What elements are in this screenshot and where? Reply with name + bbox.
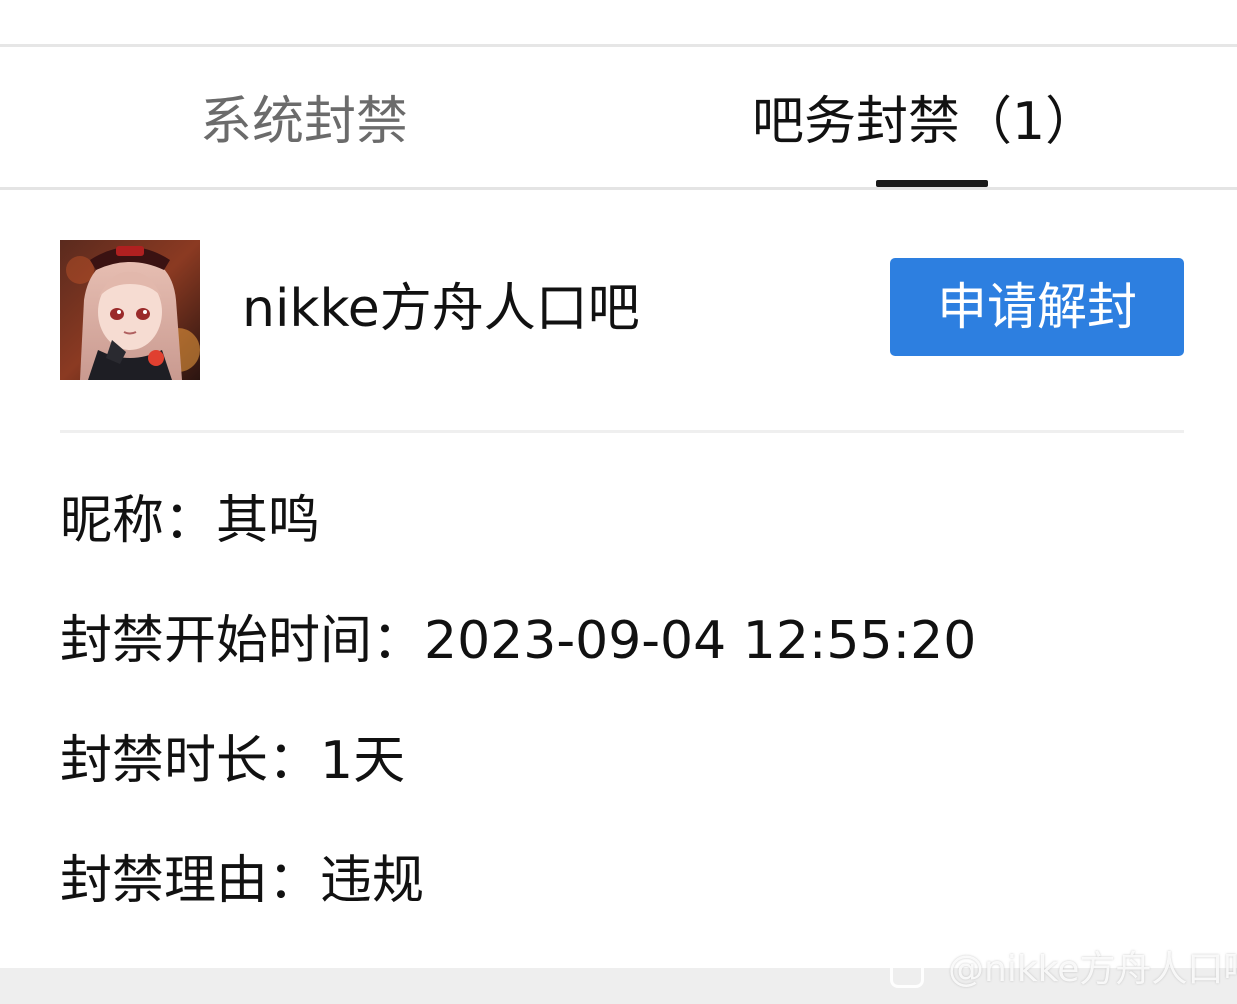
- forum-avatar[interactable]: [60, 240, 200, 380]
- forum-name[interactable]: nikke方舟人口吧: [242, 276, 640, 342]
- ban-reason-row: 封禁理由：违规: [60, 846, 424, 916]
- nickname-value: 其鸣: [216, 491, 321, 551]
- ban-reason-value: 违规: [320, 851, 425, 911]
- tab-forum-admin-ban[interactable]: 吧务封禁（1）: [752, 87, 1097, 157]
- ban-duration-label: 封禁时长：: [60, 731, 321, 791]
- avatar-image-icon: [60, 240, 200, 380]
- watermark-text: @nikke方舟人口吧: [948, 949, 1237, 990]
- nickname-row: 昵称：其鸣: [60, 486, 320, 556]
- ban-start-time-row: 封禁开始时间：2023-09-04 12:55:20: [60, 606, 976, 676]
- ban-start-time-value: 2023-09-04 12:55:20: [424, 611, 977, 671]
- ban-record-card: nikke方舟人口吧 申请解封 昵称：其鸣 封禁开始时间：2023-09-04 …: [0, 190, 1237, 968]
- ban-duration-value: 1天: [320, 731, 406, 791]
- nickname-label: 昵称：: [60, 491, 217, 551]
- ban-type-tabs: 系统封禁 吧务封禁（1）: [0, 47, 1237, 190]
- ban-start-time-label: 封禁开始时间：: [60, 611, 425, 671]
- tab-system-ban[interactable]: 系统封禁: [200, 87, 408, 157]
- ban-duration-row: 封禁时长：1天: [60, 726, 405, 796]
- active-tab-indicator: [876, 180, 988, 187]
- tieba-logo-icon: [890, 954, 924, 988]
- watermark: @nikke方舟人口吧: [890, 950, 1237, 990]
- top-bar: [0, 0, 1237, 47]
- divider: [60, 430, 1184, 433]
- ban-reason-label: 封禁理由：: [60, 851, 321, 911]
- apply-unban-button[interactable]: 申请解封: [890, 258, 1184, 356]
